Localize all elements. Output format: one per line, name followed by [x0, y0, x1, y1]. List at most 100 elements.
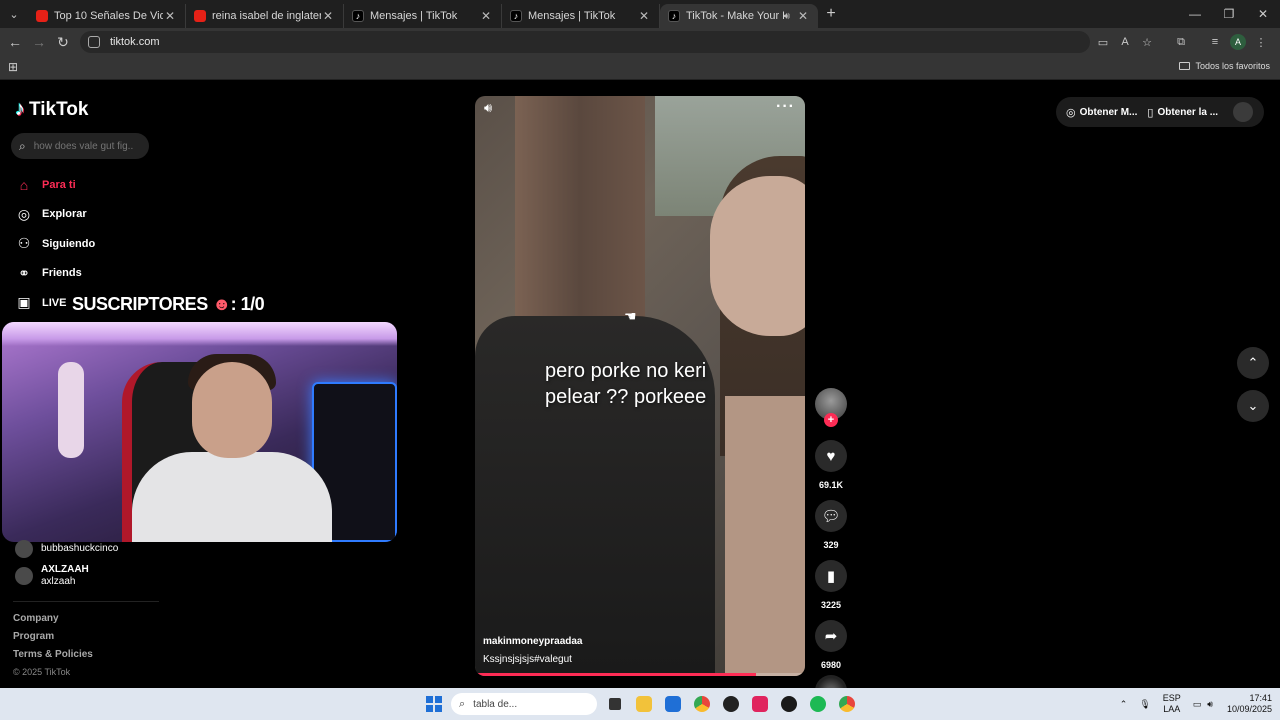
- tab-audio-icon[interactable]: 🔊︎: [784, 11, 790, 22]
- coin-icon: ◎: [1066, 106, 1076, 119]
- windows-start-icon[interactable]: [426, 696, 442, 712]
- new-tab-button[interactable]: +: [818, 5, 844, 23]
- chrome-profile-icon[interactable]: [832, 693, 861, 715]
- save-action[interactable]: ▮ 3225: [815, 560, 847, 612]
- app-icon[interactable]: [716, 693, 745, 715]
- reading-list-icon[interactable]: ≡: [1204, 36, 1226, 48]
- search-box[interactable]: ⌕: [11, 133, 149, 159]
- list-item[interactable]: bubbashuckcinco: [15, 540, 118, 558]
- volume-icon[interactable]: 🔊︎: [484, 100, 492, 116]
- browser-tab-0[interactable]: Top 10 Señales De Vida Extrate✕: [28, 4, 186, 28]
- search-icon: ⌕: [459, 697, 466, 710]
- sidebar-item-label: LIVE: [42, 296, 67, 309]
- tiktok-taskbar-icon[interactable]: [745, 693, 774, 715]
- back-icon[interactable]: ←: [3, 34, 27, 50]
- file-explorer-icon[interactable]: [629, 693, 658, 715]
- footer-terms-link[interactable]: Terms & Policies: [13, 649, 93, 667]
- next-video-button[interactable]: ⌄: [1237, 390, 1269, 422]
- sidebar-footer: Company Program Terms & Policies © 2025 …: [13, 613, 93, 685]
- site-info-icon[interactable]: [88, 36, 100, 48]
- tiktok-note-icon: ♪: [15, 98, 25, 120]
- browser-tab-2[interactable]: ♪ Mensajes | TikTok ✕: [344, 4, 502, 28]
- heart-icon[interactable]: ♥: [815, 440, 847, 472]
- avatar: [15, 567, 33, 585]
- window-controls: — ❐ ✕: [1178, 0, 1280, 28]
- forward-icon[interactable]: →: [27, 34, 51, 50]
- sidebar-item-3[interactable]: ⚭ Friends: [14, 259, 95, 289]
- footer-program-link[interactable]: Program: [13, 631, 93, 649]
- bookmark-star-icon[interactable]: ☆: [1136, 36, 1158, 49]
- share-icon[interactable]: ➦: [815, 620, 847, 652]
- network-icon[interactable]: ▭: [1193, 699, 1202, 710]
- language-indicator[interactable]: ESP LAA: [1163, 693, 1181, 715]
- sidebar-item-1[interactable]: ◎ Explorar: [14, 200, 95, 230]
- close-window-icon[interactable]: ✕: [1246, 0, 1280, 28]
- tab-close-icon[interactable]: ✕: [163, 9, 177, 23]
- tab-title: Mensajes | TikTok: [370, 10, 458, 22]
- tiktok-logo[interactable]: ♪ TikTok: [15, 98, 88, 121]
- share-action[interactable]: ➦ 6980: [815, 620, 847, 672]
- all-bookmarks-button[interactable]: Todos los favoritos: [1179, 61, 1270, 71]
- tab-close-icon[interactable]: ✕: [796, 9, 810, 23]
- minimize-icon[interactable]: —: [1178, 0, 1212, 28]
- video-player[interactable]: 🔊︎ ··· pero porke no keri pelear ?? pork…: [475, 96, 805, 676]
- comment-icon[interactable]: 💬︎: [815, 500, 847, 532]
- previous-video-button[interactable]: ⌃: [1237, 347, 1269, 379]
- translate-icon[interactable]: A: [1114, 36, 1136, 48]
- chrome-icon[interactable]: [687, 693, 716, 715]
- spotify-icon[interactable]: [803, 693, 832, 715]
- tray-expand-icon[interactable]: ⌃: [1120, 699, 1128, 710]
- comment-action[interactable]: 💬︎ 329: [815, 500, 847, 552]
- search-input[interactable]: [33, 140, 134, 152]
- video-author[interactable]: makinmoneypraadaa: [483, 636, 583, 647]
- video-progress-bar[interactable]: [475, 673, 805, 676]
- more-options-icon[interactable]: ···: [776, 98, 795, 116]
- following-accounts-list: bubbashuckcinco AXLZAAH axlzaah: [15, 540, 118, 594]
- taskbar-search[interactable]: ⌕ tabla de...: [451, 693, 597, 715]
- get-app-button[interactable]: ▯ Obtener la ...: [1147, 106, 1218, 119]
- tab-close-icon[interactable]: ✕: [637, 9, 651, 23]
- outlook-icon[interactable]: [658, 693, 687, 715]
- chevron-down-icon: ⌄: [1247, 398, 1259, 413]
- get-coins-button[interactable]: ◎ Obtener M...: [1066, 106, 1137, 119]
- list-item[interactable]: AXLZAAH axlzaah: [15, 564, 118, 588]
- microphone-icon[interactable]: 🎙︎: [1139, 699, 1150, 710]
- browser-tab-3[interactable]: ♪ Mensajes | TikTok ✕: [502, 4, 660, 28]
- tiktok-favicon-icon: ♪: [668, 10, 680, 22]
- clock[interactable]: 17:41 10/09/2025: [1227, 693, 1272, 715]
- tab-title: Top 10 Señales De Vida Extrate: [54, 10, 163, 22]
- creator-avatar[interactable]: +: [815, 388, 847, 427]
- video-actions: + ♥ 69.1K 💬︎ 329 ▮ 3225 ➦ 6980: [815, 388, 847, 707]
- app-icon-dark[interactable]: [774, 693, 803, 715]
- restore-icon[interactable]: ❐: [1212, 0, 1246, 28]
- tiktok-favicon-icon: ♪: [510, 10, 522, 22]
- browser-tab-4[interactable]: ♪ TikTok - Make Your Day🔊︎ ✕: [660, 4, 818, 28]
- friends-icon: ⚭: [18, 264, 30, 281]
- sidebar-item-label: Explorar: [42, 208, 87, 221]
- devil-emoji-icon: ☻: [212, 294, 231, 314]
- cast-icon[interactable]: ▭: [1092, 36, 1114, 49]
- footer-company-link[interactable]: Company: [13, 613, 93, 631]
- reload-icon[interactable]: ↻: [51, 34, 75, 51]
- task-view-icon[interactable]: [600, 693, 629, 715]
- sidebar-item-label: Friends: [42, 267, 82, 280]
- follow-plus-icon[interactable]: +: [824, 413, 838, 427]
- sidebar-item-0[interactable]: ⌂ Para ti: [14, 170, 95, 200]
- url-bar[interactable]: tiktok.com: [80, 31, 1090, 53]
- tab-search-icon[interactable]: ⌄: [0, 0, 28, 28]
- user-avatar[interactable]: [1233, 102, 1253, 122]
- search-icon: ⌕: [19, 138, 26, 153]
- like-action[interactable]: ♥ 69.1K: [815, 440, 847, 492]
- apps-grid-icon[interactable]: ⊞: [8, 60, 18, 74]
- browser-tab-1[interactable]: reina isabel de inglaterra - YouT✕: [186, 4, 344, 28]
- browser-menu-icon[interactable]: ⋮: [1250, 36, 1272, 49]
- extensions-icon[interactable]: ⧉: [1170, 36, 1192, 49]
- profile-avatar[interactable]: A: [1230, 34, 1246, 50]
- speaker-icon[interactable]: 🔊︎: [1207, 699, 1213, 710]
- bookmark-icon[interactable]: ▮: [815, 560, 847, 592]
- sidebar-item-2[interactable]: ⚇ Siguiendo: [14, 229, 95, 259]
- sidebar-item-label: Para ti: [42, 178, 76, 191]
- tab-close-icon[interactable]: ✕: [321, 9, 335, 23]
- tab-close-icon[interactable]: ✕: [479, 9, 493, 23]
- tiktok-favicon-icon: ♪: [352, 10, 364, 22]
